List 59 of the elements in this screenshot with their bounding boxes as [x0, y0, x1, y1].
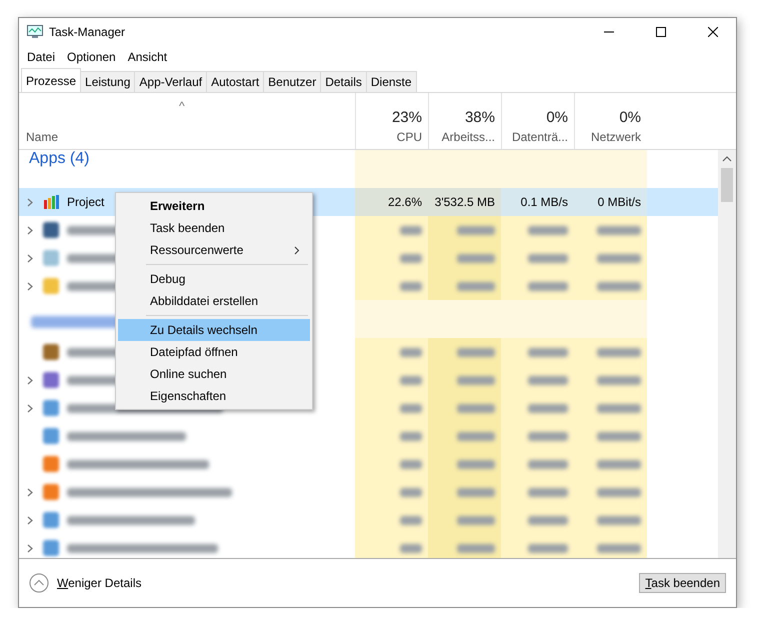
chevron-icon[interactable] — [26, 282, 35, 290]
table-cell: 22.6% — [355, 188, 428, 216]
tab[interactable]: Benutzer — [263, 71, 322, 92]
chevron-icon[interactable] — [26, 254, 35, 262]
context-menu-item[interactable]: Dateipfad öffnen — [118, 341, 310, 363]
chevron-icon — [294, 246, 300, 254]
column-total: 0% — [619, 109, 641, 126]
context-menu-item[interactable]: Abbilddatei erstellen — [118, 290, 310, 312]
tab[interactable]: Details — [320, 71, 367, 92]
context-menu-item[interactable]: Ressourcenwerte — [118, 239, 310, 261]
context-menu-item[interactable]: Zu Details wechseln — [118, 319, 310, 341]
maximize-icon[interactable] — [656, 27, 666, 37]
chevron-icon[interactable] — [26, 376, 35, 384]
table-cell: 0.1 MB/s — [501, 188, 574, 216]
close-icon[interactable] — [708, 27, 718, 37]
context-menu-item[interactable]: Task beenden — [118, 217, 310, 239]
monitor-chart-icon — [27, 25, 43, 39]
tab[interactable]: Leistung — [80, 71, 136, 92]
column-label: Name — [26, 130, 58, 144]
menu-item[interactable]: Datei — [21, 50, 62, 64]
end-task-button[interactable]: Task beenden — [639, 573, 726, 593]
table-cell: 0 MBit/s — [574, 188, 647, 216]
scrollbar[interactable] — [718, 150, 736, 558]
chevron-icon[interactable] — [26, 198, 35, 206]
column-total: 23% — [392, 109, 422, 126]
context-menu-item[interactable]: Erweitern — [118, 195, 310, 217]
menu-item[interactable]: Ansicht — [122, 50, 174, 64]
column-label: Netzwerk — [590, 130, 641, 144]
menu-item[interactable]: Optionen — [61, 50, 122, 64]
column-header[interactable]: 0% Datenträ... — [501, 93, 574, 149]
column-label: CPU — [396, 130, 422, 144]
table-cell: 3'532.5 MB — [428, 188, 501, 216]
column-header[interactable]: 38% Arbeitss... — [428, 93, 501, 149]
chevron-icon[interactable] — [26, 488, 35, 496]
chevron-icon[interactable] — [26, 544, 35, 552]
tab[interactable]: Prozesse — [21, 68, 82, 92]
collapse-icon[interactable] — [29, 573, 49, 593]
context-menu-item[interactable]: Eigenschaften — [118, 385, 310, 407]
column-header[interactable]: 23% CPU — [355, 93, 428, 149]
sort-indicator: ^ — [179, 99, 185, 113]
chevron-icon[interactable] — [26, 226, 35, 234]
scrollbar-thumb[interactable] — [721, 168, 733, 202]
context-menu-item[interactable]: Online suchen — [118, 363, 310, 385]
chevron-icon[interactable] — [26, 404, 35, 412]
column-label: Datenträ... — [512, 130, 568, 144]
tab[interactable]: Autostart — [206, 71, 264, 92]
fewer-details-link[interactable]: Weniger Details — [57, 576, 632, 590]
column-header[interactable]: ^ Name — [19, 93, 355, 149]
chevron-icon[interactable] — [26, 516, 35, 524]
group-title: Apps (4) — [28, 150, 90, 167]
column-total: 38% — [464, 109, 495, 126]
column-header[interactable]: 0% Netzwerk — [574, 93, 647, 149]
column-label: Arbeitss... — [442, 130, 495, 144]
tab[interactable]: App-Verlauf — [134, 71, 208, 92]
column-total: 0% — [546, 109, 568, 126]
context-menu-item[interactable]: Debug — [118, 268, 310, 290]
window-title: Task-Manager — [49, 25, 126, 39]
process-name: Project — [67, 195, 104, 209]
tab[interactable]: Dienste — [366, 71, 417, 92]
